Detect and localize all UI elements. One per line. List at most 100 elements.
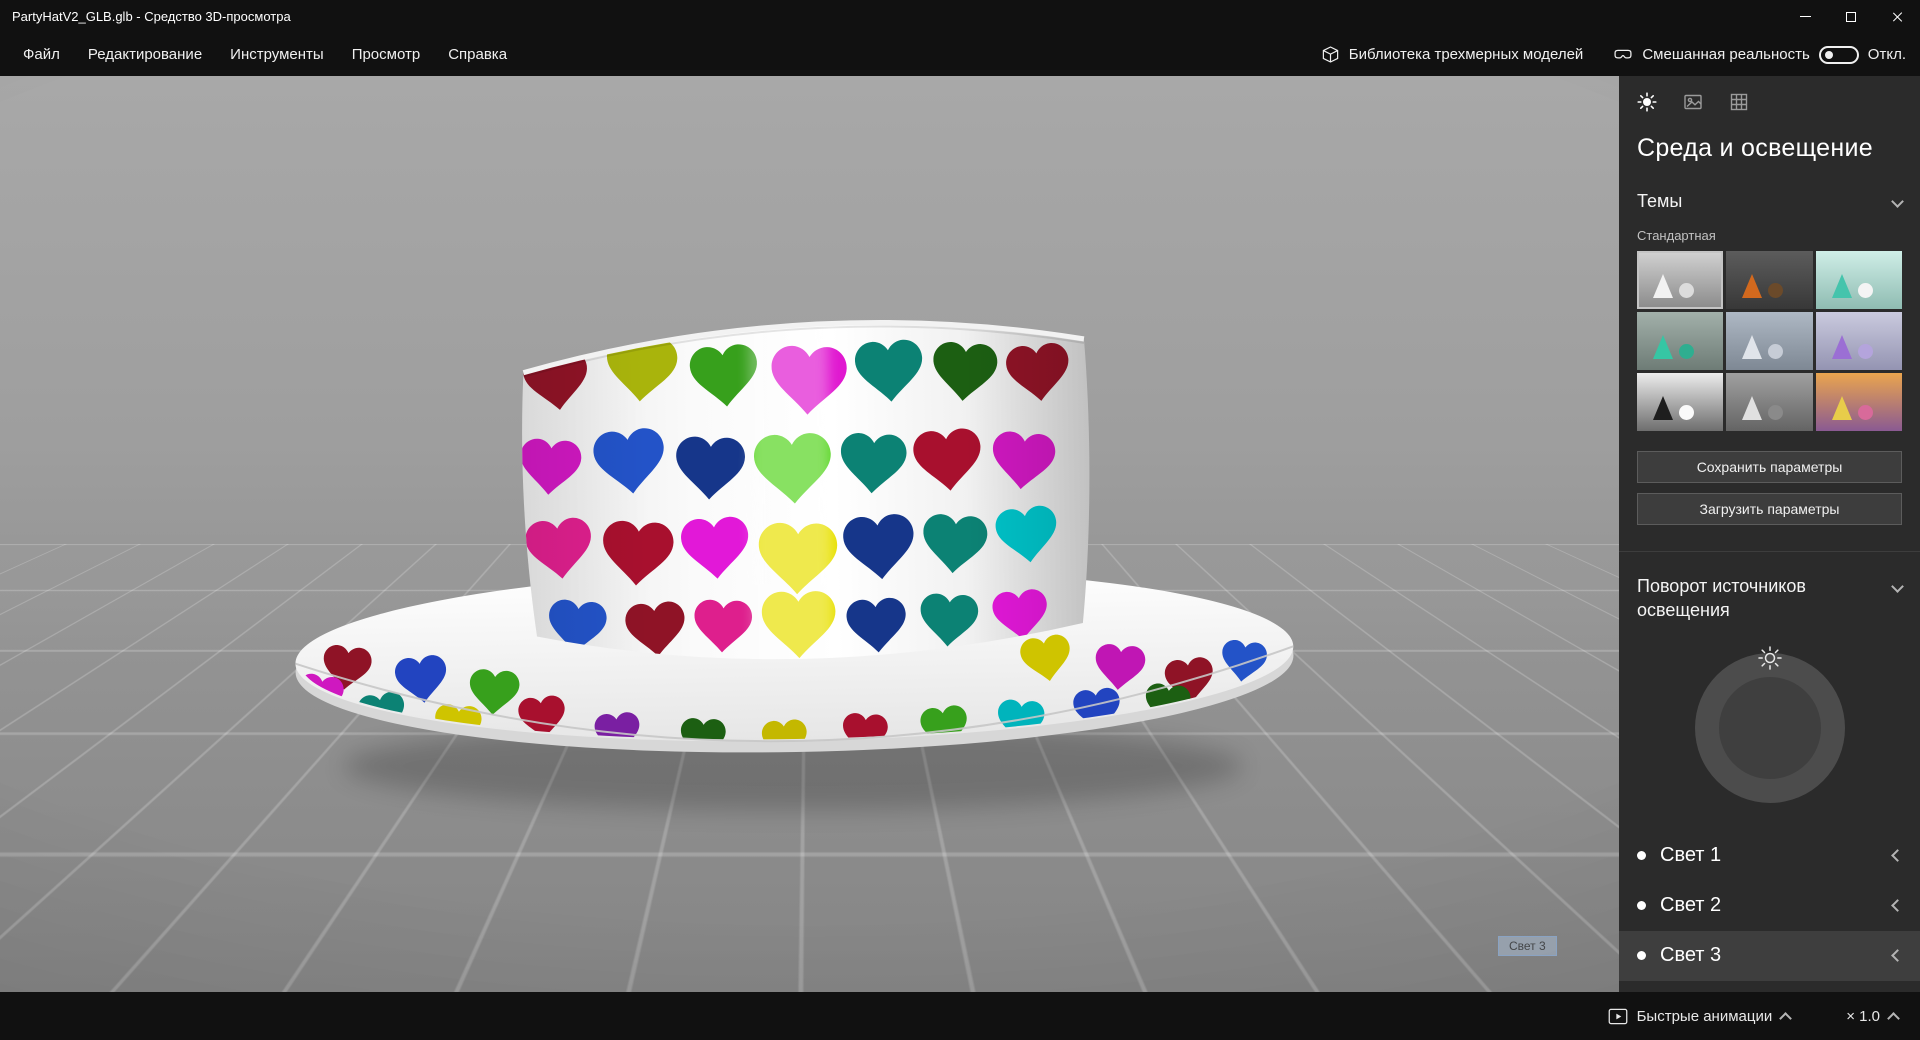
- themes-label: Темы: [1637, 191, 1682, 212]
- theme-cone: [1832, 396, 1852, 420]
- panel-tabs: [1637, 76, 1902, 112]
- model-library-label: Библиотека трехмерных моделей: [1349, 46, 1584, 63]
- theme-cone: [1653, 335, 1673, 359]
- light-rotation-label: Поворот источников освещения: [1637, 574, 1845, 623]
- mixed-reality-label: Смешанная реальность: [1642, 46, 1809, 63]
- menubar-right: Библиотека трехмерных моделей Смешанная …: [1321, 45, 1920, 65]
- theme-cone: [1742, 396, 1762, 420]
- window-title: PartyHatV2_GLB.glb - Средство 3D-просмот…: [0, 9, 1782, 24]
- maximize-button[interactable]: [1828, 0, 1874, 33]
- mixed-reality-icon: [1613, 45, 1633, 65]
- tab-grid[interactable]: [1729, 92, 1749, 112]
- light-rotation-dial[interactable]: [1695, 653, 1845, 803]
- quick-animations-button[interactable]: Быстрые анимации: [1608, 1008, 1791, 1025]
- chevron-down-icon: [1891, 580, 1904, 593]
- toggle-knob: [1825, 51, 1833, 59]
- main-content: Свет 3 Среда и освещение Темы Стандартна…: [0, 76, 1920, 992]
- theme-thumbnail-9[interactable]: [1816, 373, 1902, 431]
- 3d-viewer-window: PartyHatV2_GLB.glb - Средство 3D-просмот…: [0, 0, 1920, 1040]
- theme-sphere: [1768, 283, 1783, 298]
- menu-help[interactable]: Справка: [434, 33, 521, 76]
- theme-sphere: [1679, 405, 1694, 420]
- animation-speed-button[interactable]: × 1.0: [1846, 1008, 1898, 1025]
- theme-sphere: [1679, 283, 1694, 298]
- sun-icon: [1637, 92, 1657, 112]
- animations-icon: [1608, 1008, 1628, 1025]
- light-label: Свет 2: [1660, 894, 1721, 917]
- light3-tooltip: Свет 3: [1498, 936, 1557, 956]
- ground-grid: [0, 76, 1619, 544]
- theme-thumbnail-1[interactable]: [1637, 251, 1723, 309]
- chevron-left-icon: [1891, 899, 1904, 912]
- picture-icon: [1683, 92, 1703, 112]
- theme-sphere: [1858, 344, 1873, 359]
- theme-thumbnail-7[interactable]: [1637, 373, 1723, 431]
- save-settings-button[interactable]: Сохранить параметры: [1637, 451, 1902, 483]
- mixed-reality-toggle[interactable]: [1819, 46, 1859, 64]
- theme-cone: [1832, 274, 1852, 298]
- tab-background[interactable]: [1683, 92, 1703, 112]
- theme-thumbnail-2[interactable]: [1726, 251, 1812, 309]
- menu-edit[interactable]: Редактирование: [74, 33, 216, 76]
- light-label: Свет 3: [1660, 944, 1721, 967]
- menu-file[interactable]: Файл: [9, 33, 74, 76]
- minimize-button[interactable]: [1782, 0, 1828, 33]
- load-settings-button[interactable]: Загрузить параметры: [1637, 493, 1902, 525]
- tab-environment-lighting[interactable]: [1637, 92, 1657, 112]
- menu-items: Файл Редактирование Инструменты Просмотр…: [0, 33, 521, 76]
- viewport-3d[interactable]: Свет 3: [0, 76, 1619, 992]
- theme-cone: [1742, 274, 1762, 298]
- window-controls: [1782, 0, 1920, 33]
- theme-cone: [1742, 335, 1762, 359]
- chevron-left-icon: [1891, 849, 1904, 862]
- light-label: Свет 1: [1660, 844, 1721, 867]
- light-row-2[interactable]: Свет 2: [1619, 881, 1920, 931]
- theme-thumbnail-8[interactable]: [1726, 373, 1812, 431]
- theme-sphere: [1768, 405, 1783, 420]
- horizon-fade: [0, 544, 1619, 654]
- model-library-button[interactable]: Библиотека трехмерных моделей: [1321, 45, 1584, 64]
- theme-thumbnail-3[interactable]: [1816, 251, 1902, 309]
- light-on-bullet: [1637, 951, 1646, 960]
- dial-inner: [1719, 677, 1821, 779]
- close-icon: [1891, 11, 1903, 23]
- themes-section-header[interactable]: Темы: [1637, 191, 1902, 212]
- menu-view[interactable]: Просмотр: [338, 33, 435, 76]
- theme-sphere: [1679, 344, 1694, 359]
- lights-list: Свет 1 Свет 2 Свет 3: [1619, 831, 1920, 981]
- menu-tools[interactable]: Инструменты: [216, 33, 338, 76]
- theme-grid: [1637, 251, 1902, 431]
- light-row-1[interactable]: Свет 1: [1619, 831, 1920, 881]
- mixed-reality-control: Смешанная реальность Откл.: [1613, 45, 1906, 65]
- lighting-panel: Среда и освещение Темы Стандартная Сохра…: [1619, 76, 1920, 992]
- light-on-bullet: [1637, 851, 1646, 860]
- animation-speed-value: × 1.0: [1846, 1008, 1880, 1025]
- close-button[interactable]: [1874, 0, 1920, 33]
- 3d-library-cube-icon: [1321, 45, 1340, 64]
- light-on-bullet: [1637, 901, 1646, 910]
- grid-icon: [1729, 92, 1749, 112]
- chevron-up-icon: [1887, 1012, 1900, 1025]
- theme-cone: [1653, 396, 1673, 420]
- bottombar: Быстрые анимации × 1.0: [0, 992, 1920, 1040]
- light-row-3[interactable]: Свет 3: [1619, 931, 1920, 981]
- theme-thumbnail-5[interactable]: [1726, 312, 1812, 370]
- theme-thumbnail-6[interactable]: [1816, 312, 1902, 370]
- maximize-icon: [1846, 12, 1856, 22]
- theme-sphere: [1858, 283, 1873, 298]
- chevron-up-icon: [1779, 1012, 1792, 1025]
- minimize-icon: [1800, 16, 1811, 17]
- theme-sphere: [1858, 405, 1873, 420]
- chevron-left-icon: [1891, 949, 1904, 962]
- section-divider: [1619, 551, 1920, 552]
- chevron-down-icon: [1891, 195, 1904, 208]
- light-rotation-header[interactable]: Поворот источников освещения: [1637, 574, 1902, 623]
- sun-handle-icon: [1757, 645, 1783, 671]
- theme-cone: [1832, 335, 1852, 359]
- theme-thumbnail-4[interactable]: [1637, 312, 1723, 370]
- menubar: Файл Редактирование Инструменты Просмотр…: [0, 33, 1920, 76]
- theme-cone: [1653, 274, 1673, 298]
- panel-title: Среда и освещение: [1637, 134, 1902, 163]
- quick-animations-label: Быстрые анимации: [1637, 1008, 1773, 1025]
- titlebar: PartyHatV2_GLB.glb - Средство 3D-просмот…: [0, 0, 1920, 33]
